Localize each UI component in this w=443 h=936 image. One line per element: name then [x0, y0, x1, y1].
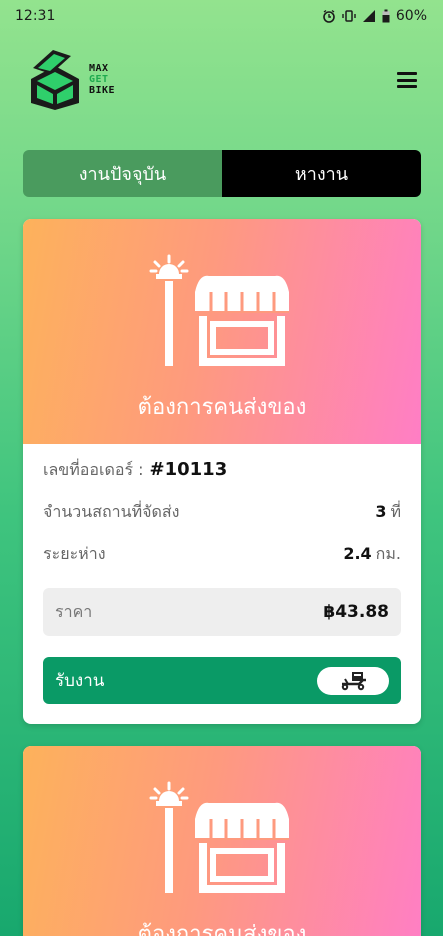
accept-job-label: รับงาน [55, 671, 105, 691]
status-icons: 60% [322, 8, 427, 24]
hamburger-menu-icon[interactable] [397, 72, 417, 88]
battery-percent: 60% [395, 8, 427, 24]
delivery-stops-label: จำนวนสถานที่จัดส่ง [43, 502, 180, 521]
logo-line-3: BIKE [89, 84, 116, 96]
signal-icon [362, 10, 375, 22]
battery-icon [382, 9, 390, 23]
distance-label: ระยะห่าง [43, 544, 106, 563]
distance-row: ระยะห่าง 2.4 กม. [43, 542, 401, 584]
tab-find-jobs[interactable]: หางาน [222, 150, 421, 197]
logo-wordmark: MAX GET BIKE [89, 63, 115, 96]
shop-alert-icon [149, 781, 289, 893]
job-card-title: ต้องการคนส่งของ [137, 395, 307, 420]
delivery-stops-row: จำนวนสถานที่จัดส่ง 3 ที่ [43, 500, 401, 542]
job-card-title: ต้องการคนส่งของ [137, 922, 307, 936]
box-logo-icon [31, 50, 79, 110]
delivery-stops-value: 3 [375, 502, 387, 521]
vibrate-icon [342, 10, 356, 22]
accept-job-button[interactable]: รับงาน [43, 657, 401, 704]
job-card: ต้องการคนส่งของ เลขที่ออเดอร์ : #10113 จ… [23, 219, 421, 724]
order-number-row: เลขที่ออเดอร์ : #10113 [43, 458, 401, 500]
logo-line-2: GET [89, 73, 109, 85]
price-amount: ฿43.88 [323, 602, 389, 622]
job-card-hero: ต้องการคนส่งของ [23, 219, 421, 444]
shop-alert-icon [149, 254, 289, 366]
accept-job-pill [317, 666, 389, 695]
logo-line-1: MAX [89, 62, 109, 74]
job-card: ต้องการคนส่งของ [23, 746, 421, 936]
status-time: 12:31 [15, 8, 56, 24]
distance-unit: กม. [375, 544, 401, 563]
alarm-icon [323, 9, 335, 23]
job-tabs: งานปัจจุบัน หางาน [23, 150, 421, 197]
header: MAX GET BIKE [0, 32, 443, 136]
delivery-stops-unit: ที่ [390, 502, 401, 521]
app-logo: MAX GET BIKE [27, 46, 115, 112]
price-label: ราคา [55, 601, 93, 621]
delivery-scooter-icon [341, 671, 366, 690]
job-card-details: เลขที่ออเดอร์ : #10113 จำนวนสถานที่จัดส่… [23, 444, 421, 704]
order-number: #10113 [149, 459, 228, 480]
job-card-hero: ต้องการคนส่งของ [23, 746, 421, 936]
price-box: ราคา ฿43.88 [43, 588, 401, 636]
tab-current-jobs[interactable]: งานปัจจุบัน [23, 150, 222, 197]
order-label: เลขที่ออเดอร์ : [43, 460, 144, 479]
status-bar: 12:31 60% [0, 0, 443, 32]
distance-value: 2.4 [343, 544, 372, 563]
